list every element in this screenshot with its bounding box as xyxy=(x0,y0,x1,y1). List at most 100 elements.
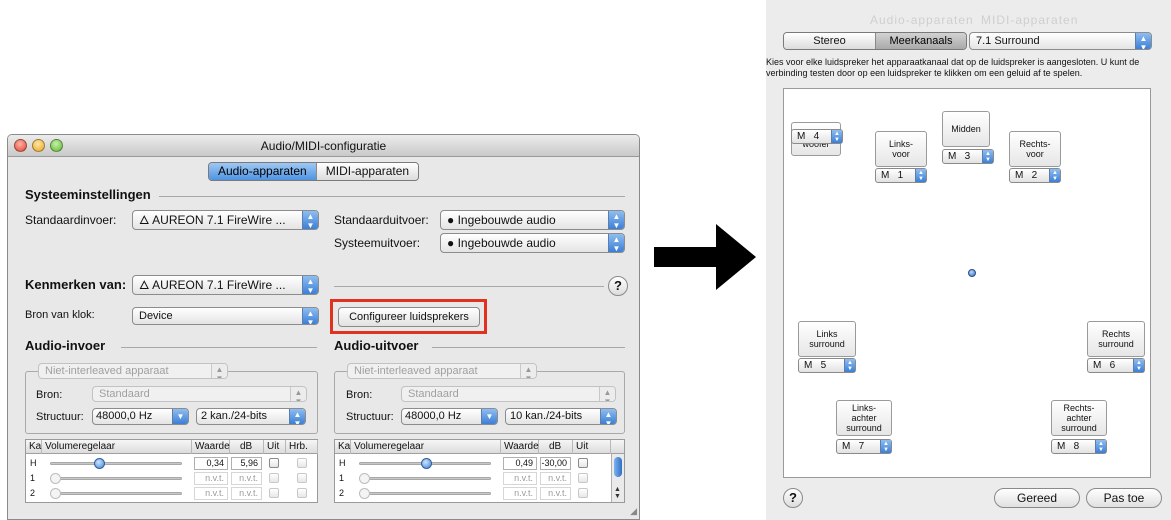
popup-arrows-icon: ▲ ▼ xyxy=(1095,440,1106,453)
db-field: n.v.t. xyxy=(540,472,571,485)
channel-value: M 7 xyxy=(842,441,865,452)
channel-select-popup[interactable]: M 3 ▲ ▼ xyxy=(942,149,994,164)
value-field[interactable]: 0,34 xyxy=(194,457,228,470)
mute-checkbox xyxy=(269,488,279,498)
system-output-popup[interactable]: ● Ingebouwde audio ▲ ▼ xyxy=(440,233,625,253)
input-format-popup: Niet-interleaved apparaat ▲ ▼ xyxy=(38,363,228,379)
mute-checkbox[interactable] xyxy=(269,458,279,468)
volume-slider-knob[interactable] xyxy=(421,458,432,469)
channel-select-popup[interactable]: M 1 ▲ ▼ xyxy=(875,168,927,183)
zoom-window-button[interactable] xyxy=(50,139,63,152)
popup-arrows-icon: ▲ ▼ xyxy=(290,387,306,401)
default-input-popup[interactable]: 🜂 AUREON 7.1 FireWire ... ▲ ▼ xyxy=(132,210,319,230)
section-divider xyxy=(121,347,317,348)
tab-audio-devices[interactable]: Audio-apparaten xyxy=(209,163,316,180)
channel-select-popup[interactable]: M 6 ▲ ▼ xyxy=(1087,358,1145,373)
apply-button[interactable]: Pas toe xyxy=(1086,488,1162,508)
column-header-value: Waarde xyxy=(192,440,230,454)
popup-arrows-icon: ▲ ▼ xyxy=(844,359,855,372)
default-output-popup[interactable]: ● Ingebouwde audio ▲ ▼ xyxy=(440,210,625,230)
speaker-links-7-button[interactable]: Links- achter surround xyxy=(836,400,892,436)
faded-tab-audio: Audio-apparaten xyxy=(870,13,974,27)
properties-device-popup[interactable]: 🜂 AUREON 7.1 FireWire ... ▲ ▼ xyxy=(132,275,319,295)
volume-track xyxy=(359,492,491,495)
system-output-value: Ingebouwde audio xyxy=(457,236,556,250)
speaker-links-3-button[interactable]: Links- voor xyxy=(875,131,927,167)
tab-stereo[interactable]: Stereo xyxy=(784,33,875,49)
mute-checkbox[interactable] xyxy=(578,458,588,468)
volume-slider-knob xyxy=(359,473,370,484)
channel-label: 2 xyxy=(339,488,345,498)
table-row: H 0,49 -30,00 xyxy=(335,456,624,471)
resize-grip-icon[interactable]: ◢ xyxy=(630,506,637,517)
channel-label: 2 xyxy=(30,488,36,498)
db-field[interactable]: 5,96 xyxy=(231,457,262,470)
channel-label: 1 xyxy=(339,473,345,483)
speaker-midden-2-button[interactable]: Midden xyxy=(942,111,990,147)
popup-arrows-icon: ▲ ▼ xyxy=(520,364,536,378)
scroll-arrows-icon[interactable]: ▲ ▼ xyxy=(614,486,621,500)
column-header-mute: Uit xyxy=(573,440,611,454)
value-field[interactable]: 0,49 xyxy=(503,457,537,470)
section-divider xyxy=(159,196,625,197)
table-header: Ka Volumeregelaar Waarde dB Uit Hrb. xyxy=(26,440,318,454)
table-row: 1 n.v.t. n.v.t. xyxy=(26,471,317,486)
value-field: n.v.t. xyxy=(194,487,228,500)
window-controls xyxy=(14,139,63,152)
section-divider xyxy=(432,347,625,348)
window-titlebar[interactable]: Audio/MIDI-configuratie xyxy=(8,135,639,157)
channel-select-popup[interactable]: M 8 ▲ ▼ xyxy=(1051,439,1107,454)
volume-slider-knob xyxy=(359,488,370,499)
close-window-button[interactable] xyxy=(14,139,27,152)
db-field[interactable]: -30,00 xyxy=(540,457,571,470)
speaker-rechts-6-button[interactable]: Rechts surround xyxy=(1087,321,1145,357)
speaker-rechts-4-button[interactable]: Rechts- voor xyxy=(1009,131,1061,167)
input-channels-popup[interactable]: 2 kan./24-bits ▲ ▼ xyxy=(196,408,306,425)
popup-arrows-icon: ▲ ▼ xyxy=(302,276,318,294)
column-header-channel: Ka xyxy=(26,440,42,454)
channel-value: M 6 xyxy=(1093,360,1116,371)
output-channels-popup[interactable]: 10 kan./24-bits ▲ ▼ xyxy=(505,408,617,425)
popup-arrows-icon: ▲ ▼ xyxy=(608,234,624,252)
column-header-db: dB xyxy=(230,440,264,454)
surround-format-popup[interactable]: 7.1 Surround ▲ ▼ xyxy=(969,32,1152,50)
channel-select-popup[interactable]: M 5 ▲ ▼ xyxy=(798,358,856,373)
audio-input-heading: Audio-invoer xyxy=(25,338,106,353)
column-header-value: Waarde xyxy=(501,440,539,454)
volume-slider-knob[interactable] xyxy=(94,458,105,469)
system-output-label: Systeemuitvoer: xyxy=(334,236,421,250)
done-button[interactable]: Gereed xyxy=(994,488,1080,508)
listener-position-icon xyxy=(968,269,976,277)
input-source-label: Bron: xyxy=(36,389,63,401)
minimize-window-button[interactable] xyxy=(32,139,45,152)
table-row: 2 n.v.t. n.v.t. xyxy=(335,486,624,501)
clock-source-popup[interactable]: Device ▲ ▼ xyxy=(132,307,319,325)
help-button[interactable]: ? xyxy=(608,276,628,296)
channel-select-popup[interactable]: M 4 ▲ ▼ xyxy=(791,129,843,144)
speaker-label: Links surround xyxy=(809,329,845,349)
input-rate-value: 48000,0 Hz xyxy=(96,410,153,422)
value-field: n.v.t. xyxy=(194,472,228,485)
speaker-links-5-button[interactable]: Links surround xyxy=(798,321,856,357)
channel-select-popup[interactable]: M 2 ▲ ▼ xyxy=(1009,168,1061,183)
speaker-label: Rechts surround xyxy=(1098,329,1134,349)
channel-value: M 8 xyxy=(1057,441,1080,452)
firewire-icon: 🜂 xyxy=(139,278,150,292)
tab-midi-devices[interactable]: MIDI-apparaten xyxy=(315,163,419,180)
output-format-popup: Niet-interleaved apparaat ▲ ▼ xyxy=(347,363,537,379)
output-rate-popup[interactable]: 48000,0 Hz ▼ xyxy=(401,408,498,425)
table-scrollbar[interactable]: ▲ ▼ xyxy=(611,454,624,502)
channel-value: M 2 xyxy=(1015,170,1038,181)
tab-multichannel[interactable]: Meerkanaals xyxy=(875,33,966,49)
volume-track xyxy=(50,492,182,495)
channel-select-popup[interactable]: M 7 ▲ ▼ xyxy=(836,439,892,454)
surround-format-value: 7.1 Surround xyxy=(976,35,1040,47)
properties-device-value: AUREON 7.1 FireWire ... xyxy=(152,278,286,292)
scrollbar-thumb[interactable] xyxy=(614,457,622,477)
help-button[interactable]: ? xyxy=(783,488,803,508)
input-rate-popup[interactable]: 48000,0 Hz ▼ xyxy=(92,408,189,425)
channel-value: M 3 xyxy=(948,151,971,162)
speaker-configuration-sheet: Audio-apparaten MIDI-apparaten Stereo Me… xyxy=(766,0,1171,520)
speaker-rechts-8-button[interactable]: Rechts- achter surround xyxy=(1051,400,1107,436)
firewire-icon: 🜂 xyxy=(139,213,150,227)
